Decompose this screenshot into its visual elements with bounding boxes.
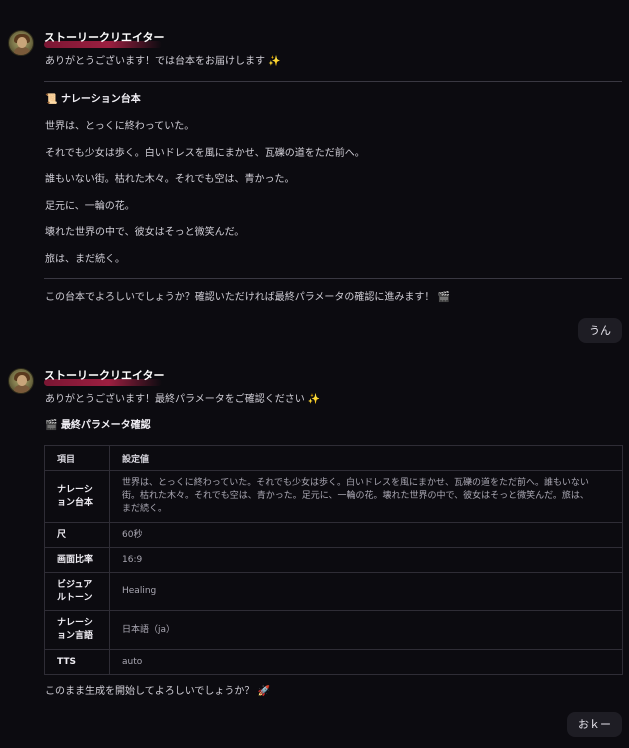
table-header-row: 項目 設定値 xyxy=(44,445,623,471)
param-value: auto xyxy=(109,649,623,675)
sparkles-icon: ✨ xyxy=(304,394,321,405)
message-intro: ありがとうございます！では台本をお届けします ✨ xyxy=(45,56,281,67)
table-row: ナレーシ ョン台本 世界は、とっくに終わっていた。それでも少女は歩く。白いドレス… xyxy=(44,470,623,523)
agent-name: ストーリークリエイター xyxy=(44,30,175,46)
param-value: 60秒 xyxy=(109,522,623,548)
clapper-board-icon: 🎬 xyxy=(45,420,58,431)
param-value: 16:9 xyxy=(109,547,623,573)
scroll-icon: 📜 xyxy=(45,94,58,105)
agent-avatar xyxy=(8,368,34,394)
rocket-icon: 🚀 xyxy=(254,686,271,697)
table-row: 尺 60秒 xyxy=(44,522,623,548)
divider xyxy=(44,81,622,82)
chat-view: ストーリークリエイター ありがとうございます！では台本をお届けします ✨ 📜 ナ… xyxy=(0,0,629,748)
table-row: ビジュア ルトーン Healing xyxy=(44,572,623,611)
params-heading: 🎬 最終パラメータ確認 xyxy=(45,420,151,431)
script-line: 誰もいない街。枯れた木々。それでも空は、青かった。 xyxy=(45,174,295,185)
param-value: 日本語（ja） xyxy=(109,610,623,650)
param-key: 尺 xyxy=(44,522,110,548)
user-message: おｋー xyxy=(567,712,622,737)
param-key: ナレーシ ョン台本 xyxy=(44,470,110,523)
table-header: 項目 xyxy=(44,445,110,471)
sparkles-icon: ✨ xyxy=(265,56,281,67)
script-line: 旅は、まだ続く。 xyxy=(45,254,125,265)
message-intro: ありがとうございます！最終パラメータをご確認ください ✨ xyxy=(45,394,321,405)
script-line: 世界は、とっくに終わっていた。 xyxy=(45,121,195,132)
param-key: 画面比率 xyxy=(44,547,110,573)
params-table: 項目 設定値 ナレーシ ョン台本 世界は、とっくに終わっていた。それでも少女は歩… xyxy=(44,445,623,675)
agent-avatar xyxy=(8,30,34,56)
message-confirm: この台本でよろしいでしょうか？確認いただければ最終パラメータの確認に進みます！ … xyxy=(45,292,451,303)
param-value: 世界は、とっくに終わっていた。それでも少女は歩く。白いドレスを風にまかせ、瓦礫の… xyxy=(109,470,623,523)
param-key: ナレーシ ョン言語 xyxy=(44,610,110,650)
message-confirm: このまま生成を開始してよろしいでしょうか？ 🚀 xyxy=(45,686,271,697)
divider xyxy=(44,278,622,279)
table-row: 画面比率 16:9 xyxy=(44,547,623,573)
script-line: 足元に、一輪の花。 xyxy=(45,201,135,212)
table-row: ナレーシ ョン言語 日本語（ja） xyxy=(44,610,623,650)
agent-name: ストーリークリエイター xyxy=(44,368,175,384)
user-message: うん xyxy=(578,318,622,343)
table-header: 設定値 xyxy=(109,445,623,471)
script-line: それでも少女は歩く。白いドレスを風にまかせ、瓦礫の道をただ前へ。 xyxy=(45,148,365,159)
param-value: Healing xyxy=(109,572,623,611)
param-key: TTS xyxy=(44,649,110,675)
param-key: ビジュア ルトーン xyxy=(44,572,110,611)
table-row: TTS auto xyxy=(44,649,623,675)
script-heading: 📜 ナレーション台本 xyxy=(45,94,141,105)
script-line: 壊れた世界の中で、彼女はそっと微笑んだ。 xyxy=(45,227,245,238)
clapper-board-icon: 🎬 xyxy=(434,292,451,303)
